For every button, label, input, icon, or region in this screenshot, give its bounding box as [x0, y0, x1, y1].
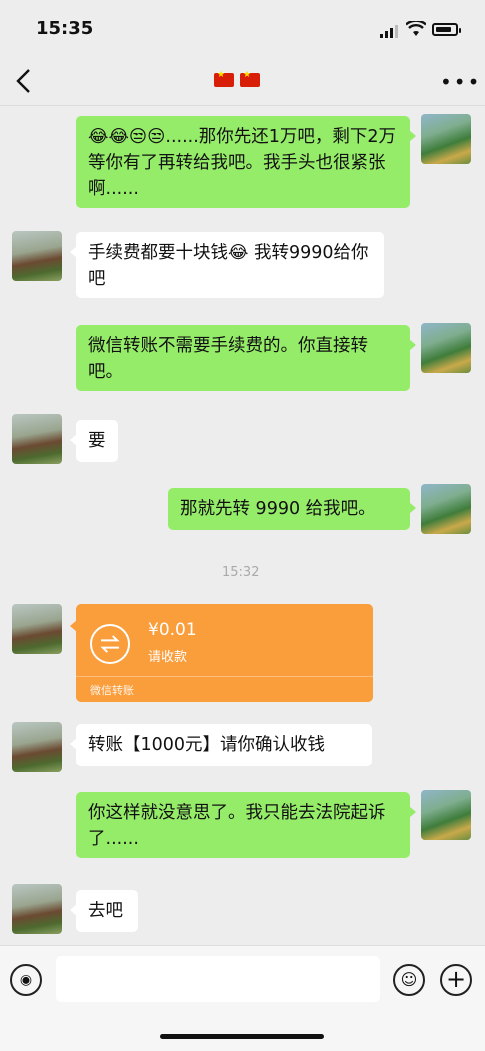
contact-avatar[interactable] — [12, 604, 62, 654]
card-divider — [76, 676, 373, 677]
chat-title-flags — [214, 70, 266, 91]
nav-bar: ••• — [0, 58, 485, 106]
transfer-status: 请收款 — [148, 650, 188, 665]
signal-icon — [380, 25, 398, 38]
message-text: 那就先转 9990 给我吧。 — [180, 499, 376, 519]
message-text: 手续费都要十块钱😂 我转9990给你吧 — [88, 243, 369, 289]
message-text: 你这样就没意思了。我只能去法院起诉了...... — [88, 803, 386, 849]
more-options-icon[interactable]: ••• — [440, 70, 481, 94]
message-bubble-incoming[interactable]: 手续费都要十块钱😂 我转9990给你吧 — [70, 232, 384, 298]
my-avatar[interactable] — [421, 114, 471, 164]
message-text: 转账【1000元】请你确认收钱 — [88, 735, 326, 755]
emoji-icon[interactable]: ☺ — [393, 964, 425, 996]
transfer-card[interactable]: ¥0.01 请收款 微信转账 — [70, 604, 373, 702]
my-avatar[interactable] — [421, 323, 471, 373]
my-avatar[interactable] — [421, 484, 471, 534]
battery-icon — [432, 23, 461, 36]
transfer-arrows-icon — [90, 624, 130, 664]
message-timestamp: 15:32 — [222, 565, 260, 580]
message-text: 微信转账不需要手续费的。你直接转吧。 — [88, 336, 368, 382]
china-flag-icon — [214, 70, 234, 87]
status-bar: 15:35 — [0, 0, 485, 58]
message-text: 😂😂😒😒......那你先还1万吧，剩下2万等你有了再转给我吧。我手头也很紧张啊… — [88, 127, 397, 199]
message-bubble-incoming[interactable]: 转账【1000元】请你确认收钱 — [70, 724, 372, 766]
transfer-footer: 微信转账 — [90, 684, 134, 697]
message-bubble-outgoing[interactable]: 😂😂😒😒......那你先还1万吧，剩下2万等你有了再转给我吧。我手头也很紧张啊… — [76, 116, 416, 208]
contact-avatar[interactable] — [12, 722, 62, 772]
message-bubble-outgoing[interactable]: 你这样就没意思了。我只能去法院起诉了...... — [76, 792, 416, 858]
status-time: 15:35 — [36, 18, 94, 39]
input-bar: ◉ ☺ + — [0, 945, 485, 1051]
contact-avatar[interactable] — [12, 884, 62, 934]
my-avatar[interactable] — [421, 790, 471, 840]
plus-icon[interactable]: + — [440, 964, 472, 996]
message-input[interactable] — [56, 956, 380, 1002]
message-bubble-outgoing[interactable]: 那就先转 9990 给我吧。 — [168, 488, 416, 530]
message-bubble-outgoing[interactable]: 微信转账不需要手续费的。你直接转吧。 — [76, 325, 416, 391]
china-flag-icon — [240, 70, 260, 87]
contact-avatar[interactable] — [12, 414, 62, 464]
message-bubble-incoming[interactable]: 要 — [70, 420, 118, 462]
back-arrow-icon[interactable] — [14, 68, 34, 94]
wifi-icon — [406, 21, 426, 36]
contact-avatar[interactable] — [12, 231, 62, 281]
voice-input-icon[interactable]: ◉ — [10, 964, 42, 996]
home-indicator — [160, 1034, 324, 1039]
message-text: 去吧 — [88, 901, 123, 921]
transfer-amount: ¥0.01 — [148, 620, 197, 640]
message-bubble-incoming[interactable]: 去吧 — [70, 890, 138, 932]
message-text: 要 — [88, 431, 106, 451]
